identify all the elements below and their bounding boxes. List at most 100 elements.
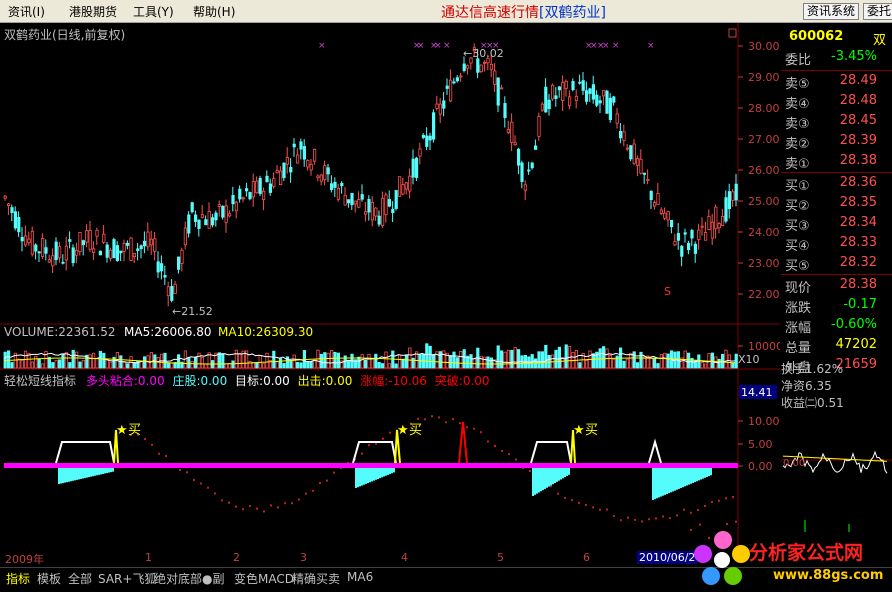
news-system-button[interactable]: 资讯系统 <box>803 3 860 20</box>
volume-bar <box>292 354 296 369</box>
volume-chart[interactable]: 10000X10 <box>0 325 780 370</box>
stat-row-value: 28.38 <box>839 277 877 292</box>
zhuanggu-bar <box>538 468 540 493</box>
tab-ma6[interactable]: MA6 <box>347 570 373 584</box>
indicator-chart[interactable]: 14.4110.005.000.00★ 买 ★ 买 ★ 买 <box>0 370 780 550</box>
tab-template[interactable]: 模板 <box>37 570 61 587</box>
zhuanggu-bar <box>375 468 377 480</box>
volume-bar <box>156 357 160 369</box>
volume-bar <box>370 358 375 369</box>
candle-body <box>724 197 728 222</box>
menu-info[interactable]: 资讯(I) <box>8 3 45 20</box>
volume-bar <box>591 353 596 369</box>
zhuanggu-bar <box>550 468 552 486</box>
volume-bar <box>486 356 490 369</box>
candle-body <box>411 158 415 178</box>
candle-body <box>333 181 337 188</box>
volume-bar <box>534 358 538 369</box>
candle-body <box>210 217 215 226</box>
candle-body <box>350 192 354 206</box>
volume-bar <box>224 363 228 369</box>
volume-bar <box>248 360 252 369</box>
candle-body <box>187 214 191 234</box>
zhangfu-dot <box>676 514 678 517</box>
candlestick-chart[interactable]: 30.00 29.00 28.00 27.00 26.00 25.00 24.00 23.00… <box>0 23 780 325</box>
candle-body <box>217 204 221 207</box>
zhangfu-dot <box>473 427 475 430</box>
zhuanggu-bar <box>670 468 672 493</box>
zhangfu-dot <box>620 519 622 522</box>
volume-bar <box>231 360 235 369</box>
zhuanggu-bar <box>652 468 654 500</box>
ask-row: 卖⑤ 28.49 <box>783 73 891 93</box>
zhuanggu-bar <box>371 468 373 482</box>
candle-body <box>170 286 174 301</box>
zhuanggu-bar <box>532 468 534 496</box>
stat-row-label: 涨跌 <box>785 301 812 316</box>
volume-bar <box>234 349 238 369</box>
candle-body <box>156 261 160 273</box>
tab-indicator[interactable]: 指标 <box>6 570 30 587</box>
volume-bar <box>544 344 548 369</box>
time-label: 1 <box>145 551 152 564</box>
candle-body <box>690 230 694 239</box>
candle-body <box>551 84 555 100</box>
y-tick-label: 30.00 <box>748 40 780 53</box>
candle-body <box>642 172 647 175</box>
zhuanggu-bar <box>66 468 68 483</box>
volume-bar <box>190 360 194 369</box>
webi-label: 委比 <box>785 53 812 68</box>
stat-row-value: -0.60% <box>831 317 877 332</box>
legend-zhangfu: 涨幅:-10.06 <box>360 374 427 388</box>
candle-body <box>126 242 130 246</box>
volume-bar <box>411 357 415 369</box>
bid-row-value: 28.34 <box>839 215 877 230</box>
stat2-row: 净资6.35 <box>781 377 892 394</box>
stat2-row-label: 收益㈡ <box>781 396 818 410</box>
quote-header: 600062 双 <box>783 29 891 49</box>
buy-star-icon: ★ <box>397 423 409 438</box>
candle-body <box>58 246 62 259</box>
zhuanggu-bar <box>383 468 385 477</box>
volume-bar <box>75 351 79 369</box>
candle-body <box>136 248 140 251</box>
tab-precise-trade[interactable]: 精确买卖 <box>292 570 340 587</box>
candle-body <box>387 199 392 207</box>
tab-macd[interactable]: 变色MACD <box>234 570 294 587</box>
tab-all[interactable]: 全部 <box>68 570 92 587</box>
candle-body <box>248 192 252 200</box>
bid-row-value: 28.35 <box>839 195 877 210</box>
volume-bar <box>629 352 633 369</box>
volume-bar <box>608 354 613 369</box>
bid-row-value: 28.33 <box>839 235 877 250</box>
tab-absolute-bottom[interactable]: 绝对底部●副 <box>154 570 224 587</box>
zhuanggu-bar <box>377 468 379 479</box>
volume-bar <box>499 350 504 369</box>
candle-body <box>278 170 283 186</box>
candle-body <box>51 255 55 267</box>
volume-bar <box>333 351 337 369</box>
menu-help[interactable]: 帮助(H) <box>193 3 235 20</box>
trade-button[interactable]: 委托 <box>863 3 892 20</box>
candle-body <box>646 178 650 181</box>
zhangfu-dot <box>151 443 153 446</box>
menu-hk-futures[interactable]: 港股期货 <box>69 3 117 20</box>
candle-body <box>608 97 613 121</box>
ask-row-value: 28.39 <box>839 133 877 148</box>
candle-body <box>523 184 528 191</box>
bid-row-label: 买④ <box>785 239 810 254</box>
tab-sar[interactable]: SAR+飞狐 <box>98 570 156 587</box>
volume-bar <box>459 351 463 369</box>
menu-tools[interactable]: 工具(Y) <box>133 3 174 20</box>
volume-bar <box>663 352 667 369</box>
zhuanggu-bar <box>666 468 668 495</box>
volume-bar <box>98 350 102 369</box>
candle-body <box>734 183 738 201</box>
zhuanggu-bar <box>393 468 395 473</box>
candle-body <box>343 194 347 206</box>
candle-body <box>404 182 409 190</box>
stock-code: 600062 <box>789 29 844 44</box>
zhuanggu-bar <box>110 468 112 473</box>
zhuanggu-bar <box>654 468 656 500</box>
volume-bar <box>319 353 324 369</box>
